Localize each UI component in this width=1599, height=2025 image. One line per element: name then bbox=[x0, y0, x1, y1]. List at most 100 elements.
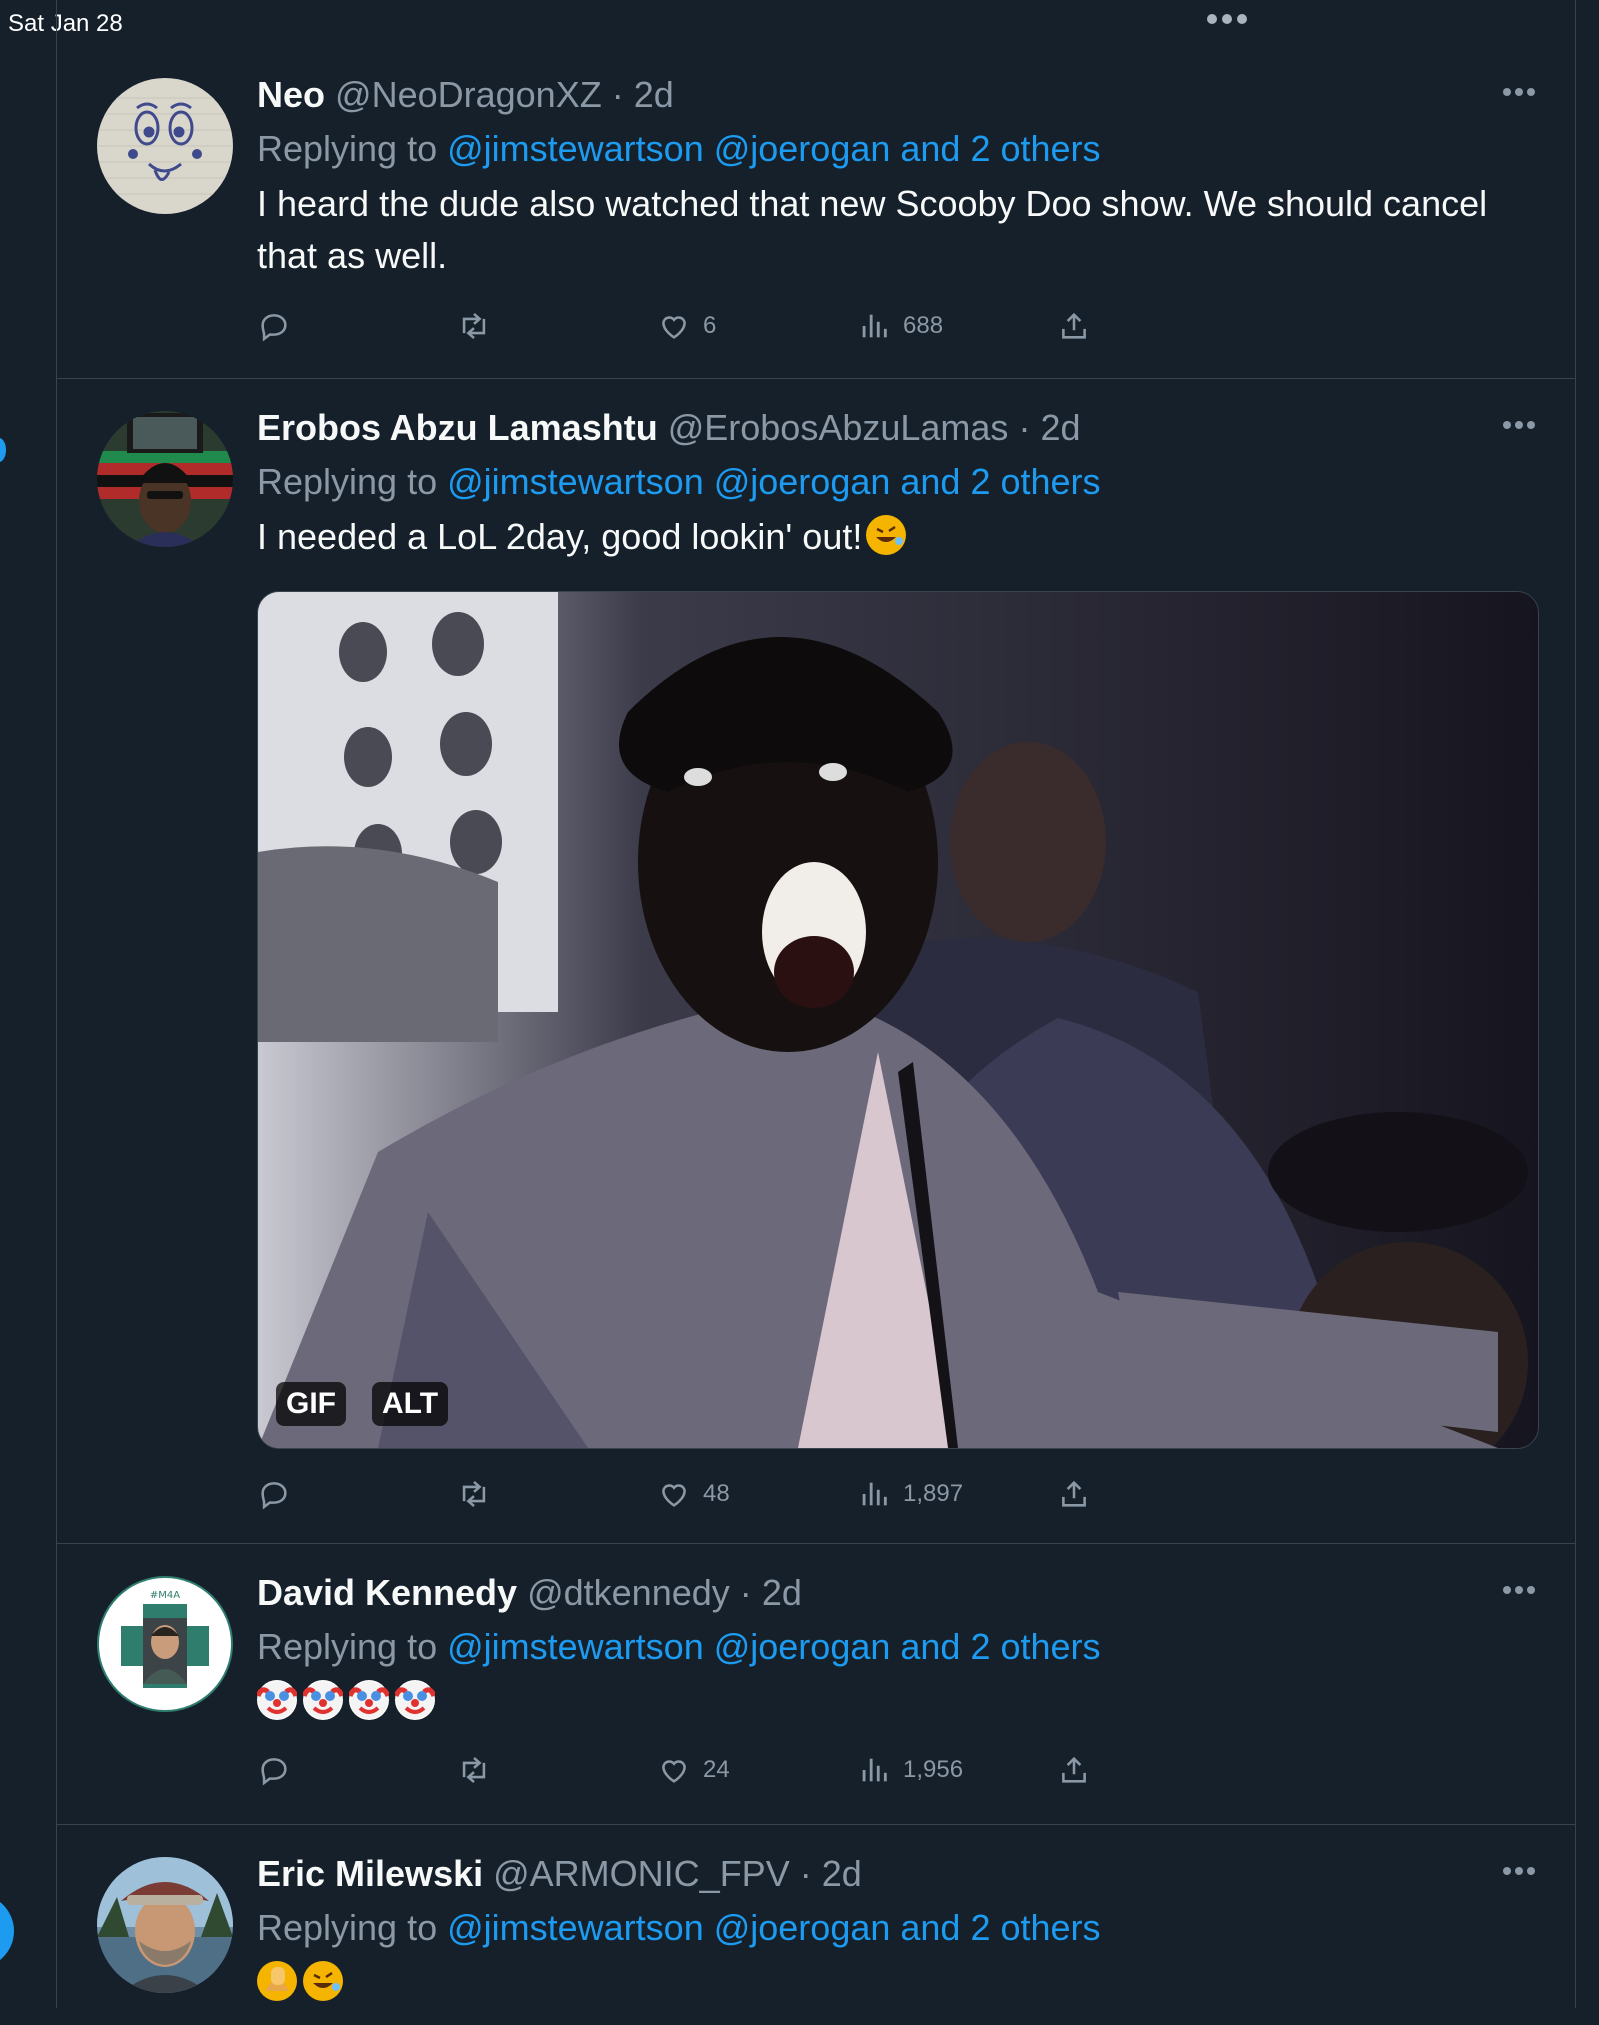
views-button[interactable]: 688 bbox=[857, 306, 943, 346]
user-handle[interactable]: @NeoDragonXZ bbox=[335, 74, 602, 115]
replying-prefix: Replying to bbox=[257, 128, 448, 169]
face-palm-icon bbox=[257, 1961, 297, 2001]
share-button[interactable] bbox=[1057, 306, 1091, 346]
replying-prefix: Replying to bbox=[257, 1626, 448, 1667]
clown-face-icon bbox=[301, 1680, 345, 1720]
avatar[interactable] bbox=[97, 1857, 233, 1993]
left-rail bbox=[0, 0, 57, 2008]
tweet[interactable]: Neo @NeoDragonXZ · 2d Replying to @jimst… bbox=[57, 46, 1575, 379]
views-icon bbox=[862, 314, 887, 338]
gif-badge: GIF bbox=[276, 1382, 346, 1426]
retweet-button[interactable] bbox=[457, 1474, 491, 1514]
replying-to: Replying to @jimstewartson @joerogan and… bbox=[257, 461, 1537, 503]
tweet-header: Erobos Abzu Lamashtu @ErobosAbzuLamas · … bbox=[257, 407, 1537, 449]
action-bar: 24 1,956 bbox=[257, 1750, 1177, 1790]
like-icon bbox=[662, 1760, 686, 1783]
user-handle[interactable]: @ErobosAbzuLamas bbox=[668, 407, 1009, 448]
tweet-text: I needed a LoL 2day, good lookin' out! bbox=[257, 516, 863, 557]
share-button[interactable] bbox=[1057, 1474, 1091, 1514]
tweet[interactable]: #M4A David Kennedy @dtkennedy · 2d Reply… bbox=[57, 1544, 1575, 1825]
view-count: 688 bbox=[903, 312, 944, 339]
rolling-on-floor-laughing-icon bbox=[866, 515, 907, 555]
separator: · bbox=[1018, 407, 1031, 448]
display-name[interactable]: Neo bbox=[257, 74, 325, 115]
replying-prefix: Replying to bbox=[257, 461, 448, 502]
retweet-icon bbox=[462, 1480, 486, 1508]
timestamp[interactable]: 2d bbox=[822, 1853, 862, 1894]
separator: · bbox=[611, 74, 624, 115]
reply-button[interactable] bbox=[257, 1750, 291, 1790]
views-icon bbox=[862, 1482, 887, 1506]
display-name[interactable]: Eric Milewski bbox=[257, 1853, 483, 1894]
timestamp[interactable]: 2d bbox=[762, 1572, 802, 1613]
display-name[interactable]: Erobos Abzu Lamashtu bbox=[257, 407, 658, 448]
like-icon bbox=[662, 1484, 686, 1507]
share-icon bbox=[1062, 1480, 1086, 1507]
feed-border bbox=[1575, 0, 1576, 2008]
views-icon bbox=[862, 1758, 887, 1782]
avatar[interactable] bbox=[97, 78, 233, 214]
like-button[interactable]: 24 bbox=[657, 1750, 730, 1790]
view-count: 1,897 bbox=[903, 1480, 964, 1507]
more-icon[interactable] bbox=[1503, 421, 1537, 429]
timestamp[interactable]: 2d bbox=[1040, 407, 1080, 448]
avatar[interactable]: #M4A bbox=[97, 1576, 233, 1712]
like-icon bbox=[662, 316, 686, 339]
more-icon[interactable] bbox=[1503, 88, 1537, 96]
reply-icon bbox=[261, 1482, 287, 1510]
user-handle[interactable]: @ARMONIC_FPV bbox=[493, 1853, 790, 1894]
more-icon[interactable] bbox=[1503, 1586, 1537, 1594]
share-button[interactable] bbox=[1057, 1750, 1091, 1790]
views-button[interactable]: 1,897 bbox=[857, 1474, 963, 1514]
view-count: 1,956 bbox=[903, 1756, 964, 1783]
like-button[interactable]: 48 bbox=[657, 1474, 730, 1514]
avatar-label: #M4A bbox=[150, 1590, 180, 1601]
replying-to-link[interactable]: @jimstewartson @joerogan and 2 others bbox=[447, 128, 1100, 169]
retweet-button[interactable] bbox=[457, 306, 491, 346]
tweet-text-row: I needed a LoL 2day, good lookin' out! bbox=[257, 511, 1537, 563]
clown-face-icon bbox=[347, 1680, 391, 1720]
like-count: 6 bbox=[703, 312, 717, 339]
status-bar: Sat Jan 28 bbox=[0, 0, 1599, 46]
multitasking-dots-icon[interactable] bbox=[1207, 14, 1247, 24]
retweet-button[interactable] bbox=[457, 1750, 491, 1790]
action-bar: 6 688 bbox=[257, 306, 1177, 346]
tweet-text bbox=[257, 1957, 1537, 2009]
tweet-header: Neo @NeoDragonXZ · 2d bbox=[257, 74, 1537, 116]
display-name[interactable]: David Kennedy bbox=[257, 1572, 517, 1613]
more-icon[interactable] bbox=[1503, 1867, 1537, 1875]
tweet-header: David Kennedy @dtkennedy · 2d bbox=[257, 1572, 1537, 1614]
like-button[interactable]: 6 bbox=[657, 306, 716, 346]
alt-text-button[interactable]: ALT bbox=[372, 1382, 449, 1426]
compose-button[interactable] bbox=[0, 1894, 14, 1968]
tweet[interactable]: Erobos Abzu Lamashtu @ErobosAbzuLamas · … bbox=[57, 379, 1575, 1544]
views-button[interactable]: 1,956 bbox=[857, 1750, 963, 1790]
user-handle[interactable]: @dtkennedy bbox=[527, 1572, 730, 1613]
share-icon bbox=[1062, 312, 1086, 339]
gif-media[interactable]: GIF ALT bbox=[257, 591, 1539, 1449]
replying-to-link[interactable]: @jimstewartson @joerogan and 2 others bbox=[447, 1626, 1100, 1667]
retweet-icon bbox=[462, 1756, 486, 1784]
reply-button[interactable] bbox=[257, 306, 291, 346]
retweet-icon bbox=[462, 312, 486, 340]
notification-dot bbox=[0, 438, 6, 462]
replying-to: Replying to @jimstewartson @joerogan and… bbox=[257, 1907, 1537, 1949]
replying-to-link[interactable]: @jimstewartson @joerogan and 2 others bbox=[447, 1907, 1100, 1948]
clown-face-icon bbox=[255, 1680, 299, 1720]
replying-to: Replying to @jimstewartson @joerogan and… bbox=[257, 128, 1537, 170]
avatar[interactable] bbox=[97, 411, 233, 547]
gif-image bbox=[258, 592, 1538, 1448]
separator: · bbox=[739, 1572, 752, 1613]
reply-icon bbox=[261, 314, 287, 342]
rolling-on-floor-laughing-icon bbox=[303, 1961, 343, 2001]
replying-prefix: Replying to bbox=[257, 1907, 448, 1948]
timestamp[interactable]: 2d bbox=[634, 74, 674, 115]
replying-to-link[interactable]: @jimstewartson @joerogan and 2 others bbox=[447, 461, 1100, 502]
separator: · bbox=[799, 1853, 812, 1894]
reply-button[interactable] bbox=[257, 1474, 291, 1514]
reply-icon bbox=[261, 1758, 287, 1786]
tweet-text: I heard the dude also watched that new S… bbox=[257, 183, 1488, 276]
tweet[interactable]: Eric Milewski @ARMONIC_FPV · 2d Replying… bbox=[57, 1825, 1575, 2025]
share-icon bbox=[1062, 1756, 1086, 1783]
replying-to: Replying to @jimstewartson @joerogan and… bbox=[257, 1626, 1537, 1668]
